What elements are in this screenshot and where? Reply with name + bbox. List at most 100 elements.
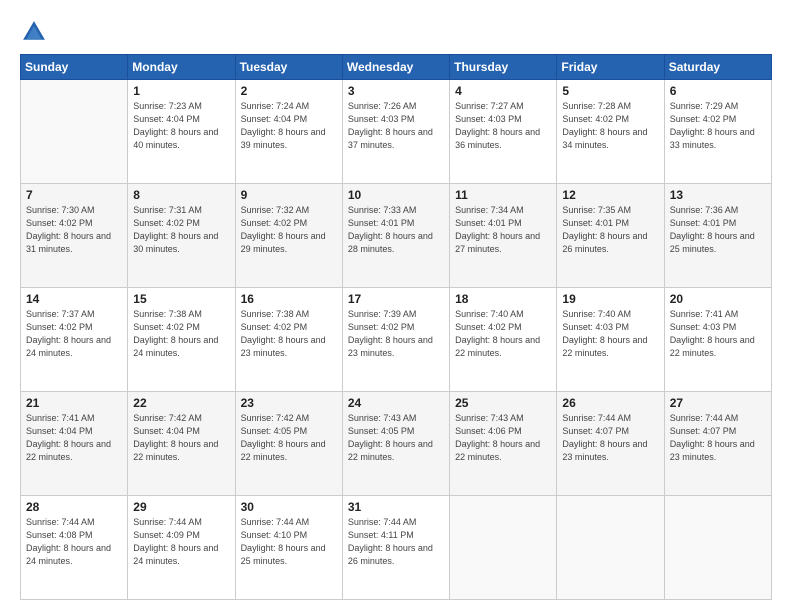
day-info: Sunrise: 7:44 AMSunset: 4:07 PMDaylight:… <box>562 412 658 464</box>
calendar-cell <box>664 496 771 600</box>
calendar-cell: 8 Sunrise: 7:31 AMSunset: 4:02 PMDaylight… <box>128 184 235 288</box>
day-number: 9 <box>241 188 337 202</box>
day-info: Sunrise: 7:28 AMSunset: 4:02 PMDaylight:… <box>562 100 658 152</box>
calendar-cell: 19Sunrise: 7:40 AMSunset: 4:03 PMDayligh… <box>557 288 664 392</box>
day-info: Sunrise: 7:41 AMSunset: 4:03 PMDaylight:… <box>670 308 766 360</box>
calendar-cell: 7 Sunrise: 7:30 AMSunset: 4:02 PMDaylight… <box>21 184 128 288</box>
day-number: 29 <box>133 500 229 514</box>
calendar-cell: 4 Sunrise: 7:27 AMSunset: 4:03 PMDaylight… <box>450 80 557 184</box>
calendar-cell: 17Sunrise: 7:39 AMSunset: 4:02 PMDayligh… <box>342 288 449 392</box>
day-number: 16 <box>241 292 337 306</box>
day-info: Sunrise: 7:35 AMSunset: 4:01 PMDaylight:… <box>562 204 658 256</box>
day-info: Sunrise: 7:27 AMSunset: 4:03 PMDaylight:… <box>455 100 551 152</box>
calendar-cell <box>21 80 128 184</box>
calendar-cell: 26 Sunrise: 7:44 AMSunset: 4:07 PMDayligh… <box>557 392 664 496</box>
day-number: 13 <box>670 188 766 202</box>
day-info: Sunrise: 7:38 AMSunset: 4:02 PMDaylight:… <box>133 308 229 360</box>
calendar-cell: 11 Sunrise: 7:34 AMSunset: 4:01 PMDayligh… <box>450 184 557 288</box>
day-number: 12 <box>562 188 658 202</box>
col-header-sunday: Sunday <box>21 55 128 80</box>
day-number: 24 <box>348 396 444 410</box>
calendar-cell: 6 Sunrise: 7:29 AMSunset: 4:02 PMDaylight… <box>664 80 771 184</box>
calendar-week-row: 1 Sunrise: 7:23 AMSunset: 4:04 PMDaylight… <box>21 80 772 184</box>
day-info: Sunrise: 7:23 AMSunset: 4:04 PMDaylight:… <box>133 100 229 152</box>
calendar-header-row: SundayMondayTuesdayWednesdayThursdayFrid… <box>21 55 772 80</box>
day-info: Sunrise: 7:44 AMSunset: 4:07 PMDaylight:… <box>670 412 766 464</box>
day-info: Sunrise: 7:26 AMSunset: 4:03 PMDaylight:… <box>348 100 444 152</box>
day-number: 30 <box>241 500 337 514</box>
col-header-thursday: Thursday <box>450 55 557 80</box>
calendar-cell: 15 Sunrise: 7:38 AMSunset: 4:02 PMDayligh… <box>128 288 235 392</box>
day-number: 25 <box>455 396 551 410</box>
day-info: Sunrise: 7:41 AMSunset: 4:04 PMDaylight:… <box>26 412 122 464</box>
calendar-cell: 1 Sunrise: 7:23 AMSunset: 4:04 PMDaylight… <box>128 80 235 184</box>
day-info: Sunrise: 7:38 AMSunset: 4:02 PMDaylight:… <box>241 308 337 360</box>
calendar-cell: 29 Sunrise: 7:44 AMSunset: 4:09 PMDayligh… <box>128 496 235 600</box>
day-number: 15 <box>133 292 229 306</box>
col-header-tuesday: Tuesday <box>235 55 342 80</box>
calendar-cell: 18 Sunrise: 7:40 AMSunset: 4:02 PMDayligh… <box>450 288 557 392</box>
calendar-cell: 23 Sunrise: 7:42 AMSunset: 4:05 PMDayligh… <box>235 392 342 496</box>
day-info: Sunrise: 7:43 AMSunset: 4:05 PMDaylight:… <box>348 412 444 464</box>
day-number: 26 <box>562 396 658 410</box>
calendar-week-row: 7 Sunrise: 7:30 AMSunset: 4:02 PMDaylight… <box>21 184 772 288</box>
day-info: Sunrise: 7:36 AMSunset: 4:01 PMDaylight:… <box>670 204 766 256</box>
day-number: 23 <box>241 396 337 410</box>
calendar-cell: 2 Sunrise: 7:24 AMSunset: 4:04 PMDaylight… <box>235 80 342 184</box>
calendar-cell <box>450 496 557 600</box>
calendar-cell: 13 Sunrise: 7:36 AMSunset: 4:01 PMDayligh… <box>664 184 771 288</box>
calendar-cell: 5Sunrise: 7:28 AMSunset: 4:02 PMDaylight… <box>557 80 664 184</box>
day-number: 20 <box>670 292 766 306</box>
day-info: Sunrise: 7:32 AMSunset: 4:02 PMDaylight:… <box>241 204 337 256</box>
day-info: Sunrise: 7:42 AMSunset: 4:05 PMDaylight:… <box>241 412 337 464</box>
col-header-friday: Friday <box>557 55 664 80</box>
day-info: Sunrise: 7:39 AMSunset: 4:02 PMDaylight:… <box>348 308 444 360</box>
calendar-cell: 25Sunrise: 7:43 AMSunset: 4:06 PMDayligh… <box>450 392 557 496</box>
logo-icon <box>20 18 48 46</box>
day-number: 4 <box>455 84 551 98</box>
day-number: 28 <box>26 500 122 514</box>
day-info: Sunrise: 7:29 AMSunset: 4:02 PMDaylight:… <box>670 100 766 152</box>
calendar-week-row: 21Sunrise: 7:41 AMSunset: 4:04 PMDayligh… <box>21 392 772 496</box>
day-number: 8 <box>133 188 229 202</box>
calendar-table: SundayMondayTuesdayWednesdayThursdayFrid… <box>20 54 772 600</box>
calendar-cell: 21Sunrise: 7:41 AMSunset: 4:04 PMDayligh… <box>21 392 128 496</box>
day-info: Sunrise: 7:34 AMSunset: 4:01 PMDaylight:… <box>455 204 551 256</box>
day-info: Sunrise: 7:44 AMSunset: 4:09 PMDaylight:… <box>133 516 229 568</box>
calendar-cell: 22Sunrise: 7:42 AMSunset: 4:04 PMDayligh… <box>128 392 235 496</box>
day-number: 3 <box>348 84 444 98</box>
day-number: 31 <box>348 500 444 514</box>
logo <box>20 18 52 46</box>
day-number: 2 <box>241 84 337 98</box>
day-number: 18 <box>455 292 551 306</box>
calendar-cell: 31 Sunrise: 7:44 AMSunset: 4:11 PMDayligh… <box>342 496 449 600</box>
day-info: Sunrise: 7:40 AMSunset: 4:03 PMDaylight:… <box>562 308 658 360</box>
day-number: 10 <box>348 188 444 202</box>
day-info: Sunrise: 7:40 AMSunset: 4:02 PMDaylight:… <box>455 308 551 360</box>
calendar-cell: 14 Sunrise: 7:37 AMSunset: 4:02 PMDayligh… <box>21 288 128 392</box>
day-info: Sunrise: 7:37 AMSunset: 4:02 PMDaylight:… <box>26 308 122 360</box>
header <box>20 18 772 46</box>
day-number: 22 <box>133 396 229 410</box>
col-header-wednesday: Wednesday <box>342 55 449 80</box>
calendar-cell: 10 Sunrise: 7:33 AMSunset: 4:01 PMDayligh… <box>342 184 449 288</box>
day-info: Sunrise: 7:33 AMSunset: 4:01 PMDaylight:… <box>348 204 444 256</box>
calendar-cell <box>557 496 664 600</box>
calendar-week-row: 14 Sunrise: 7:37 AMSunset: 4:02 PMDayligh… <box>21 288 772 392</box>
page: SundayMondayTuesdayWednesdayThursdayFrid… <box>0 0 792 612</box>
calendar-cell: 3 Sunrise: 7:26 AMSunset: 4:03 PMDaylight… <box>342 80 449 184</box>
day-info: Sunrise: 7:24 AMSunset: 4:04 PMDaylight:… <box>241 100 337 152</box>
calendar-cell: 9 Sunrise: 7:32 AMSunset: 4:02 PMDaylight… <box>235 184 342 288</box>
day-info: Sunrise: 7:30 AMSunset: 4:02 PMDaylight:… <box>26 204 122 256</box>
day-number: 14 <box>26 292 122 306</box>
day-number: 11 <box>455 188 551 202</box>
calendar-cell: 28Sunrise: 7:44 AMSunset: 4:08 PMDayligh… <box>21 496 128 600</box>
calendar-cell: 20 Sunrise: 7:41 AMSunset: 4:03 PMDayligh… <box>664 288 771 392</box>
day-info: Sunrise: 7:44 AMSunset: 4:11 PMDaylight:… <box>348 516 444 568</box>
calendar-cell: 30Sunrise: 7:44 AMSunset: 4:10 PMDayligh… <box>235 496 342 600</box>
day-number: 6 <box>670 84 766 98</box>
calendar-cell: 27Sunrise: 7:44 AMSunset: 4:07 PMDayligh… <box>664 392 771 496</box>
day-number: 7 <box>26 188 122 202</box>
day-number: 1 <box>133 84 229 98</box>
day-info: Sunrise: 7:31 AMSunset: 4:02 PMDaylight:… <box>133 204 229 256</box>
